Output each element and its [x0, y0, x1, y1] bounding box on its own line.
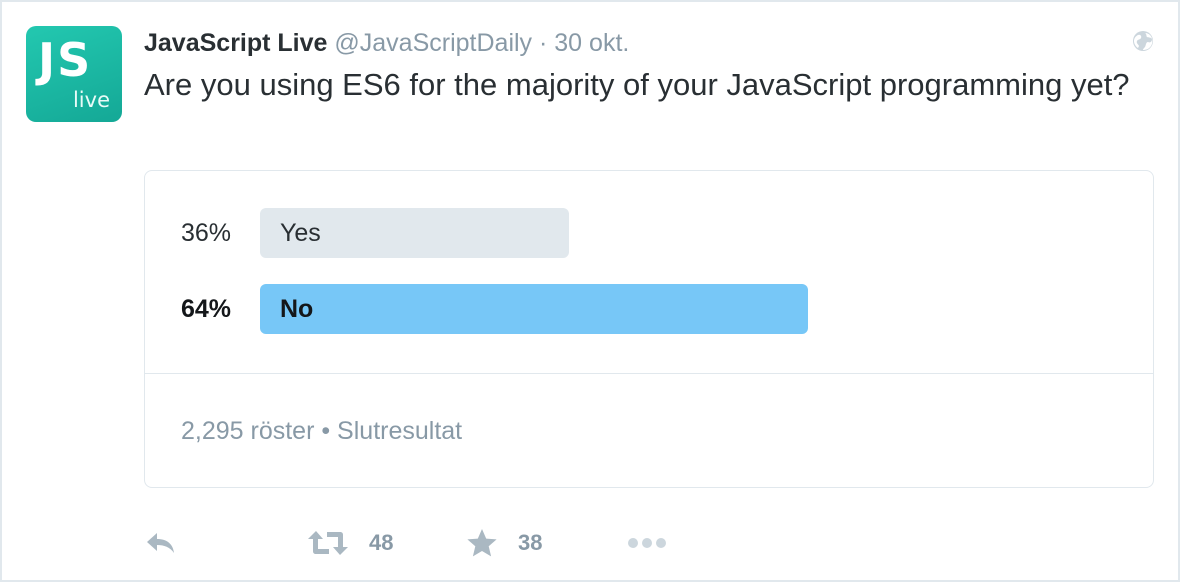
poll-divider	[145, 373, 1153, 374]
tweet-date[interactable]: 30 okt.	[554, 29, 629, 57]
retweet-count: 48	[369, 530, 394, 555]
retweet-icon	[307, 529, 349, 557]
poll-option-percent: 36%	[181, 219, 232, 247]
avatar-js-text: JS	[38, 33, 93, 87]
header-separator: ·	[539, 29, 548, 57]
tweet-actions: 48 38	[144, 522, 744, 564]
like-button[interactable]: 38	[466, 522, 542, 564]
more-button[interactable]	[627, 522, 667, 564]
poll-card: 36% Yes 64% No 2,295 röster • Slutresult…	[144, 170, 1154, 488]
reply-icon	[144, 530, 178, 556]
more-icon	[627, 537, 667, 549]
poll-option-label: No	[280, 295, 314, 323]
author-name[interactable]: JavaScript Live	[144, 29, 327, 57]
tweet-text: Are you using ES6 for the majority of yo…	[144, 67, 1130, 102]
star-icon	[466, 528, 498, 558]
retweet-button[interactable]: 48	[307, 522, 393, 564]
poll-footer: 2,295 röster • Slutresultat	[181, 417, 463, 445]
avatar-live-text: live	[72, 88, 110, 112]
poll-option-no: 64% No	[145, 284, 1153, 334]
poll-option-bar	[260, 284, 808, 334]
like-count: 38	[518, 530, 543, 555]
poll-option-label: Yes	[280, 219, 321, 247]
author-handle[interactable]: @JavaScriptDaily	[334, 29, 532, 57]
tweet-header: JavaScript Live @JavaScriptDaily · 30 ok…	[144, 26, 629, 60]
globe-icon	[1132, 30, 1154, 52]
avatar[interactable]: JS live	[26, 26, 122, 122]
tweet-card[interactable]: JS live JavaScript Live @JavaScriptDaily…	[0, 0, 1180, 582]
poll-option-yes: 36% Yes	[145, 208, 1153, 258]
reply-button[interactable]	[144, 522, 178, 564]
poll-option-percent: 64%	[181, 295, 232, 323]
